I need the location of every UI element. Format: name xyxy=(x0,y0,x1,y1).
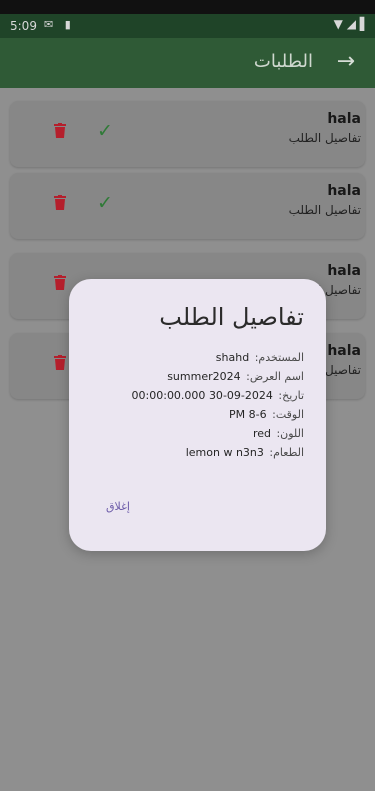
order-name: hala xyxy=(327,263,361,279)
check-icon[interactable]: ✓ xyxy=(97,120,113,142)
detail-label: الوقت: xyxy=(272,408,304,421)
status-time: 5:09 xyxy=(10,19,37,33)
mail-icon: ✉ xyxy=(44,18,58,31)
detail-value: lemon w n3n3 xyxy=(185,446,264,459)
order-name: hala xyxy=(327,183,361,199)
status-bar: 5:09 ✉ ▮ ▼ ◢ ▌ xyxy=(0,14,375,38)
detail-value: summer2024 xyxy=(167,370,241,383)
signal-icon: ◢ xyxy=(346,17,356,31)
detail-offer: اسم العرض: summer2024 xyxy=(79,367,304,386)
order-card[interactable]: hala تفاصيل الطلب ✓ xyxy=(10,101,365,167)
close-button[interactable]: إغلاق xyxy=(106,500,130,513)
battery-icon: ▌ xyxy=(359,17,369,31)
arrow-right-icon[interactable]: → xyxy=(337,49,355,74)
status-right-icons: ▼ ◢ ▌ xyxy=(334,17,369,31)
sd-card-icon: ▮ xyxy=(64,18,75,31)
detail-label: اسم العرض: xyxy=(246,370,304,383)
detail-label: الطعام: xyxy=(269,446,304,459)
detail-label: اللون: xyxy=(276,427,304,440)
detail-user: المستخدم: shahd xyxy=(79,348,304,367)
detail-food: الطعام: lemon w n3n3 xyxy=(79,443,304,462)
wifi-icon: ▼ xyxy=(333,17,343,31)
delete-icon[interactable] xyxy=(54,275,66,290)
detail-value: red xyxy=(252,427,271,440)
order-subtitle: تفاصيل الطلب xyxy=(288,203,361,217)
detail-value: 2024-09-30 00:00:00.000 xyxy=(131,389,273,402)
detail-date: تاريخ: 2024-09-30 00:00:00.000 xyxy=(79,386,304,405)
delete-icon[interactable] xyxy=(54,123,66,138)
order-details: المستخدم: shahd اسم العرض: summer2024 تا… xyxy=(79,348,304,462)
delete-icon[interactable] xyxy=(54,355,66,370)
order-subtitle: تفاصيل الطلب xyxy=(288,131,361,145)
order-name: hala xyxy=(327,111,361,127)
check-icon[interactable]: ✓ xyxy=(97,192,113,214)
order-card[interactable]: hala تفاصيل الطلب ✓ xyxy=(10,173,365,239)
detail-value: shahd xyxy=(215,351,250,364)
dialog-title: تفاصيل الطلب xyxy=(159,303,304,331)
order-name: hala xyxy=(327,343,361,359)
delete-icon[interactable] xyxy=(54,195,66,210)
detail-label: المستخدم: xyxy=(254,351,304,364)
detail-color: اللون: red xyxy=(79,424,304,443)
order-details-dialog: تفاصيل الطلب المستخدم: shahd اسم العرض: … xyxy=(69,279,326,551)
system-top-strip xyxy=(0,0,375,14)
status-left-icons: ✉ ▮ xyxy=(44,18,75,31)
detail-label: تاريخ: xyxy=(278,389,304,402)
detail-value: 6-8 PM xyxy=(229,408,267,421)
detail-time: الوقت: 6-8 PM xyxy=(79,405,304,424)
app-bar: الطلبات → xyxy=(0,38,375,88)
page-title: الطلبات xyxy=(253,51,313,72)
